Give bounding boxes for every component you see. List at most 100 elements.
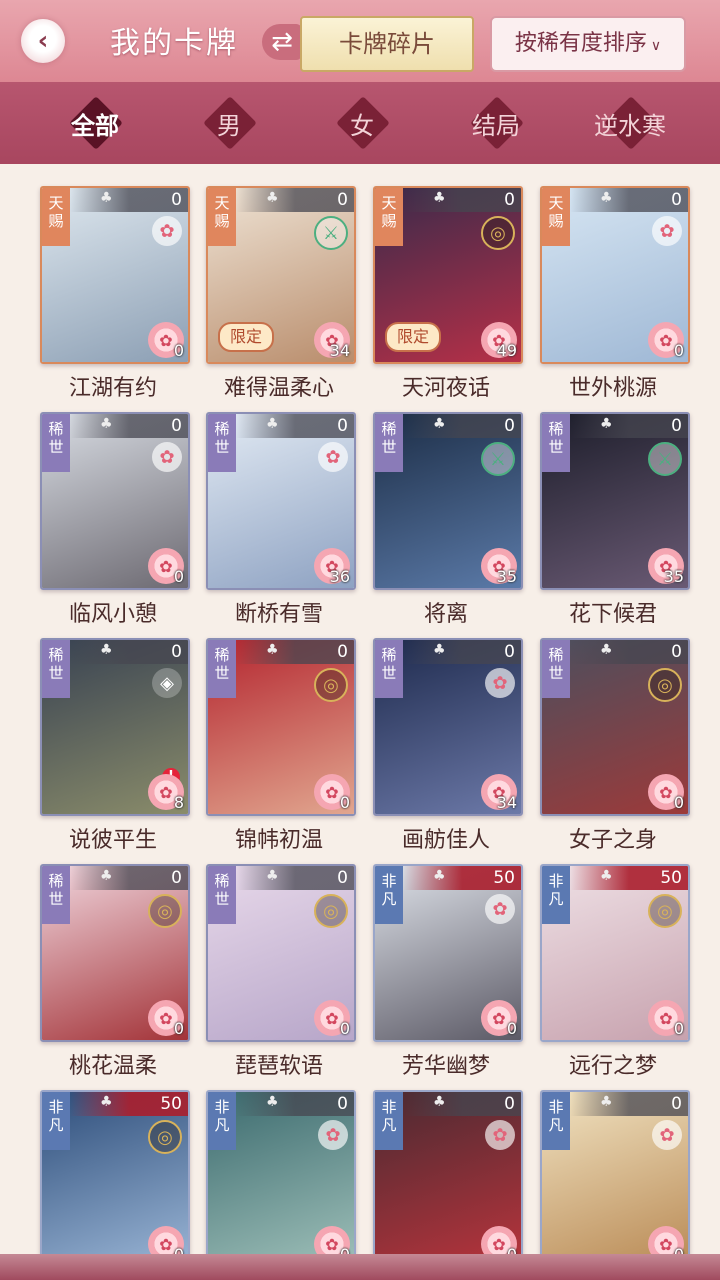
clover-icon: ♣ (266, 1094, 279, 1110)
filter-tab-all[interactable]: 全部 (45, 96, 145, 150)
card-item[interactable]: 稀世 0 ♣ ✿ ✿ 0 (40, 412, 190, 590)
card-name: 难得温柔心 (223, 376, 334, 401)
card-name: 芳华幽梦 (401, 1054, 490, 1079)
card-name: 天河夜话 (401, 376, 490, 401)
flower-icon: ✿ (485, 668, 515, 698)
coin-icon: ◎ (481, 216, 515, 250)
card-item[interactable]: 非凡0♣✿✿0 (206, 1090, 356, 1254)
card-name: 花下候君 (568, 602, 657, 627)
card-item[interactable]: 非凡50♣◎✿0 (540, 864, 690, 1042)
rarity-badge: 天赐 (542, 188, 570, 246)
filter-tab-male[interactable]: 男 (179, 96, 279, 150)
card-name: 将离 (423, 602, 468, 627)
flower-icon: ✿ (318, 1120, 348, 1150)
card-item[interactable]: 天赐 0 ♣ ✿ ✿ 0 (540, 186, 690, 364)
card-item[interactable]: 天赐 0 ♣ ⚔ 限定 ✿ 34 (206, 186, 356, 364)
fragment-count: 0 (174, 1245, 184, 1254)
card-item[interactable]: 天赐 0 ♣ ◎ 限定 ✿ 49 (373, 186, 523, 364)
fragment-count: 0 (673, 1019, 684, 1038)
card-count: 0 (403, 1092, 521, 1116)
sort-dropdown[interactable]: 按稀有度排序 ∨ (490, 16, 686, 72)
fragment-count: 0 (173, 341, 184, 360)
card-item[interactable]: 稀世 0 ♣ ◎ ✿ 0 (540, 638, 690, 816)
card-fragments-button[interactable]: 卡牌碎片 (300, 16, 474, 72)
back-button[interactable]: ‹ (12, 10, 74, 72)
fragment-count: 0 (674, 1245, 684, 1254)
rarity-badge: 稀世 (375, 640, 403, 698)
card-item[interactable]: 稀世 0 ♣ ◎ ✿ 0 (40, 864, 190, 1042)
card-item[interactable]: 稀世 0 ♣ ◎ ✿ 0 (206, 638, 356, 816)
card-item[interactable]: 稀世 0 ♣ ✿ ✿ 36 (206, 412, 356, 590)
clover-icon: ♣ (266, 868, 279, 884)
rarity-badge: 天赐 (208, 188, 236, 246)
card-item[interactable]: 稀世 0 ♣ ⚔ ✿ 35 (373, 412, 523, 590)
bottom-border (0, 1254, 720, 1280)
rarity-badge: 非凡 (542, 1092, 570, 1150)
rarity-badge: 稀世 (42, 866, 70, 924)
clover-icon: ♣ (100, 416, 113, 432)
page-title: 我的卡牌 (110, 26, 238, 61)
fragment-count: 49 (496, 341, 517, 360)
card-count: 0 (403, 188, 521, 212)
card-item[interactable]: 非凡50♣◎✿0 (40, 1090, 190, 1254)
card-item[interactable]: 非凡0♣✿✿0 (373, 1090, 523, 1254)
clover-icon: ♣ (100, 642, 113, 658)
clover-icon: ♣ (433, 868, 446, 884)
sort-label: 按稀有度排序 (514, 31, 647, 56)
rarity-badge: 天赐 (375, 188, 403, 246)
fragment-count: 0 (673, 793, 684, 812)
coin-icon: ◎ (648, 668, 682, 702)
rarity-badge: 非凡 (375, 866, 403, 924)
swap-arrows-icon[interactable]: ⇄ (262, 24, 302, 60)
card-name: 锦帏初温 (234, 828, 323, 853)
flower-icon: ✿ (485, 1120, 515, 1150)
fragment-count: 0 (173, 1019, 184, 1038)
fragment-count: 0 (340, 1245, 350, 1254)
card-item[interactable]: 稀世 0 ♣ ⚔ ✿ 35 (540, 412, 690, 590)
fragment-count: 35 (663, 567, 684, 586)
filter-tab-nishuihan[interactable]: 逆水寒 (580, 96, 680, 150)
clover-icon: ♣ (433, 1094, 446, 1110)
filter-label: 女 (350, 111, 374, 140)
card-item[interactable]: 非凡 50 ♣ ✿ ✿ 0 (373, 864, 523, 1042)
card-item[interactable]: 稀世 0 ♣ ◎ ✿ 0 (206, 864, 356, 1042)
back-arrow-icon: ‹ (21, 19, 65, 63)
fragment-count: 36 (329, 567, 350, 586)
rarity-badge: 非凡 (542, 866, 570, 924)
filter-tab-female[interactable]: 女 (312, 96, 412, 150)
rarity-badge: 非凡 (208, 1092, 236, 1150)
card-item[interactable]: 稀世 0 ♣ ✿ ✿ 34 (373, 638, 523, 816)
fragment-count: 0 (673, 341, 684, 360)
card-name: 琵琶软语 (234, 1054, 323, 1079)
fan-icon: ◈ (152, 668, 182, 698)
card-count: 0 (236, 640, 354, 664)
card-item[interactable]: 天赐 0 ♣ ✿ ✿ 0 (40, 186, 190, 364)
fragment-count: 34 (329, 341, 350, 360)
card-count: 0 (236, 1092, 354, 1116)
coin-icon: ◎ (314, 668, 348, 702)
clover-icon: ♣ (100, 1094, 113, 1110)
chevron-down-icon: ∨ (650, 38, 662, 54)
card-count: 0 (236, 414, 354, 438)
clover-icon: ♣ (600, 868, 613, 884)
limited-badge: 限定 (385, 322, 441, 352)
fragment-count: 0 (173, 567, 184, 586)
card-item[interactable]: 稀世0♣◈!✿8 (40, 638, 190, 816)
clover-icon: ♣ (266, 416, 279, 432)
card-count: 0 (570, 1092, 688, 1116)
clover-icon: ♣ (600, 1094, 613, 1110)
card-count: 0 (570, 640, 688, 664)
sword-icon: ⚔ (648, 442, 682, 476)
card-count: 0 (70, 866, 188, 890)
card-item[interactable]: 非凡0♣✿✿0 (540, 1090, 690, 1254)
limited-badge: 限定 (218, 322, 274, 352)
clover-icon: ♣ (433, 642, 446, 658)
fragment-count: 8 (173, 793, 184, 812)
rarity-badge: 稀世 (42, 640, 70, 698)
card-name: 世外桃源 (568, 376, 657, 401)
card-count: 0 (70, 188, 188, 212)
clover-icon: ♣ (433, 416, 446, 432)
card-name: 远行之梦 (568, 1054, 657, 1079)
filter-tab-ending[interactable]: 结局 (446, 96, 546, 150)
card-name: 女子之身 (568, 828, 657, 853)
